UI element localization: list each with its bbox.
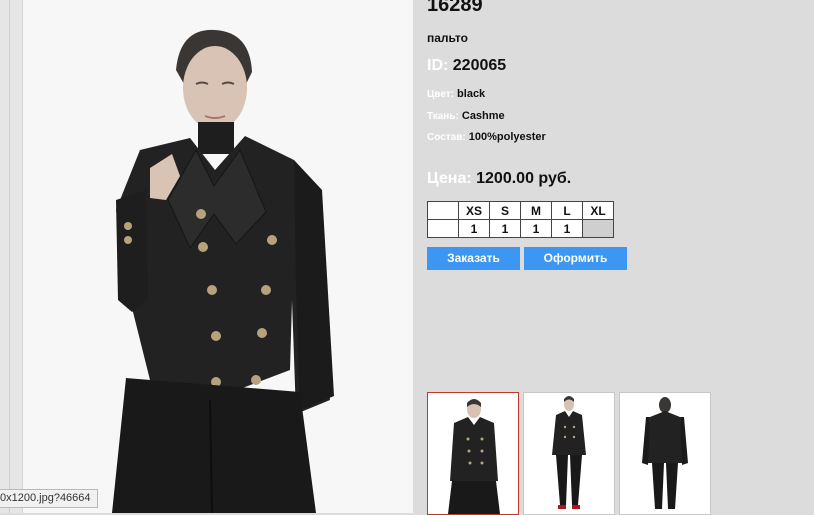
order-button[interactable]: Заказать (427, 247, 520, 270)
color-row: Цвет: black (427, 88, 485, 100)
composition-label: Состав: (427, 132, 466, 143)
product-article-number: 16289 (427, 0, 483, 16)
size-header-l: L (551, 201, 583, 220)
price-row: Цена: 1200.00 руб. (427, 170, 571, 188)
size-header-s: S (489, 201, 521, 220)
fabric-row: Ткань: Cashme (427, 110, 505, 122)
thumbnail-front-full-length[interactable] (523, 392, 615, 515)
size-header-m: M (520, 201, 552, 220)
price-value: 1200.00 руб. (476, 170, 572, 187)
thumbnail-image (642, 397, 688, 509)
thumbnail-front-close-up[interactable] (427, 392, 519, 515)
color-value: black (457, 88, 486, 100)
fabric-label: Ткань: (427, 111, 459, 122)
thumbnail-image (448, 399, 500, 514)
id-value: 220065 (452, 57, 507, 74)
composition-value: 100%polyester (468, 131, 546, 143)
id-label: ID: (427, 57, 449, 74)
fabric-value: Cashme (461, 110, 505, 122)
product-type: пальто (427, 31, 468, 45)
main-product-photo[interactable]: 0x1200.jpg?46664 (0, 0, 413, 513)
thumbnail-back-full-length[interactable] (619, 392, 711, 515)
product-info-panel: 16289 пальто ID: 220065 Цвет: black Ткан… (413, 0, 814, 515)
model-in-black-coat-image (112, 29, 334, 513)
qty-blank (427, 219, 459, 238)
thumbnail-image (552, 396, 586, 509)
product-id-row: ID: 220065 (427, 57, 506, 75)
size-header-xl: XL (582, 201, 614, 220)
checkout-button[interactable]: Оформить (524, 247, 627, 270)
status-bar-url: 0x1200.jpg?46664 (0, 489, 98, 508)
qty-l[interactable]: 1 (551, 219, 583, 238)
qty-xs[interactable]: 1 (458, 219, 490, 238)
qty-m[interactable]: 1 (520, 219, 552, 238)
size-table: XS S M L XL 1 1 1 1 (427, 201, 614, 238)
composition-row: Состав: 100%polyester (427, 131, 546, 143)
size-header-xs: XS (458, 201, 490, 220)
size-header-row: XS S M L XL (427, 201, 614, 220)
qty-s[interactable]: 1 (489, 219, 521, 238)
price-label: Цена: (427, 170, 472, 187)
size-quantity-row: 1 1 1 1 (427, 219, 614, 238)
color-label: Цвет: (427, 89, 454, 100)
size-header-blank (427, 201, 459, 220)
qty-xl-unavailable (582, 219, 614, 238)
